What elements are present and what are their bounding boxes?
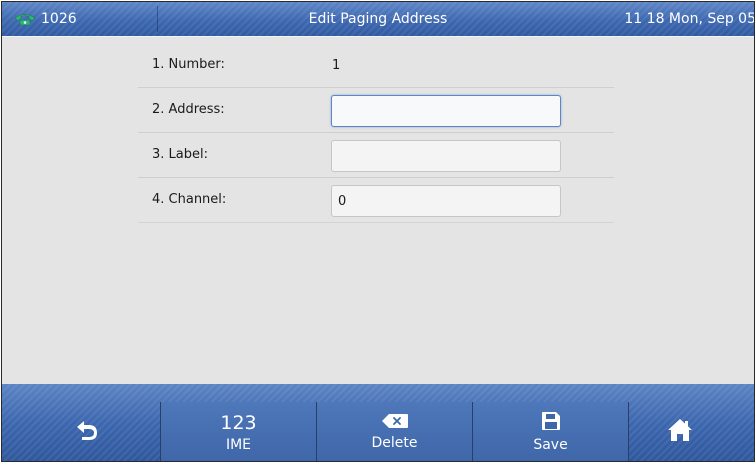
softkeys: 123 IME Delete Save bbox=[160, 402, 629, 461]
backspace-icon bbox=[381, 414, 408, 428]
home-icon bbox=[668, 419, 692, 441]
softkey-bar: 123 IME Delete Save bbox=[2, 384, 754, 461]
label-row: 3. Label: bbox=[138, 133, 614, 178]
home-button[interactable] bbox=[667, 418, 693, 446]
address-field[interactable] bbox=[331, 95, 561, 127]
ime-label: IME bbox=[225, 436, 252, 453]
back-arrow-icon bbox=[77, 421, 97, 440]
account-indicator[interactable]: 1026 bbox=[2, 6, 158, 32]
paging-address-form: 1. Number: 1 2. Address: 3. Label: 4. Ch… bbox=[138, 43, 614, 223]
floppy-disk-icon bbox=[541, 412, 560, 430]
channel-label: 4. Channel: bbox=[152, 192, 227, 207]
number-row: 1. Number: 1 bbox=[138, 43, 614, 88]
account-number: 1026 bbox=[41, 11, 77, 27]
save-label: Save bbox=[533, 437, 568, 453]
title-bar: 1026 Edit Paging Address 11 18 Mon, Sep … bbox=[2, 2, 754, 36]
phone-screen: 1026 Edit Paging Address 11 18 Mon, Sep … bbox=[1, 1, 755, 462]
page-title: Edit Paging Address bbox=[308, 11, 448, 27]
address-label: 2. Address: bbox=[152, 102, 225, 117]
channel-field[interactable] bbox=[331, 185, 561, 217]
delete-label: Delete bbox=[371, 435, 418, 451]
label-field[interactable] bbox=[331, 140, 561, 172]
number-value: 1 bbox=[332, 58, 341, 73]
number-label: 1. Number: bbox=[152, 57, 225, 72]
back-button[interactable] bbox=[75, 419, 99, 445]
content-area: 1. Number: 1 2. Address: 3. Label: 4. Ch… bbox=[2, 36, 754, 384]
date-time: 11 18 Mon, Sep 05 bbox=[624, 11, 755, 27]
save-softkey[interactable]: Save bbox=[472, 402, 629, 461]
ime-softkey[interactable]: 123 IME bbox=[160, 402, 317, 461]
phone-icon bbox=[14, 14, 36, 26]
channel-row: 4. Channel: bbox=[138, 178, 614, 223]
delete-softkey[interactable]: Delete bbox=[316, 402, 473, 461]
ime-mode: 123 bbox=[220, 411, 257, 434]
address-row: 2. Address: bbox=[138, 88, 614, 133]
label-label: 3. Label: bbox=[152, 147, 208, 162]
